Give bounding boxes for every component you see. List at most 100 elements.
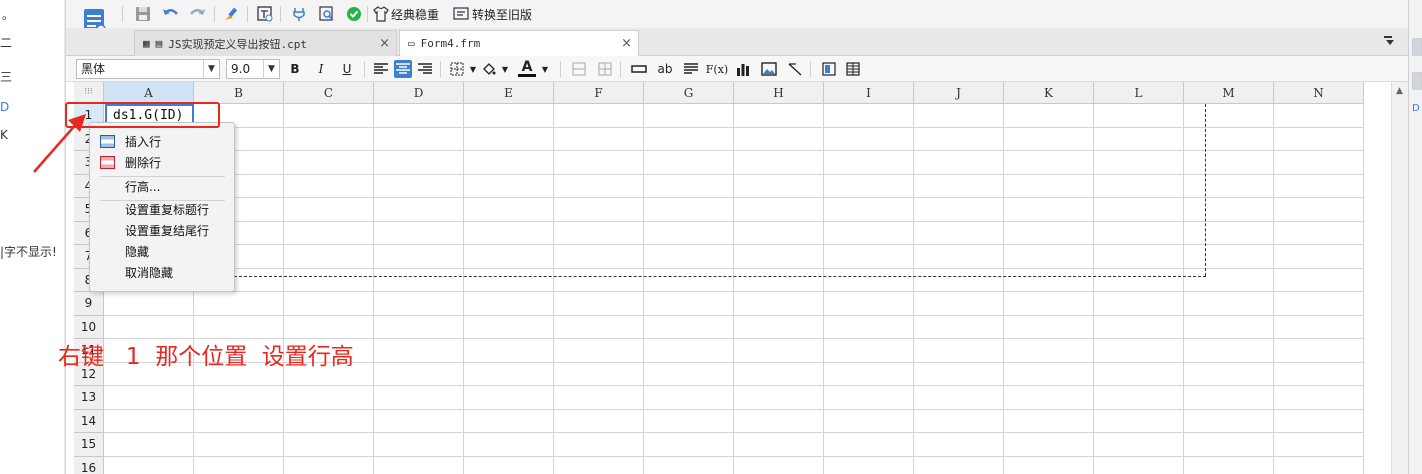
row-header-14[interactable]: 14 <box>74 409 104 433</box>
right-tab-1[interactable] <box>1412 38 1422 56</box>
font-size-select[interactable]: 9.0 ▼ <box>226 59 280 79</box>
column-header-f[interactable]: F <box>554 82 644 104</box>
slash-icon[interactable] <box>786 60 804 78</box>
close-icon[interactable]: × <box>379 36 390 51</box>
toolbar-separator <box>620 61 621 77</box>
menu-item-hide[interactable]: 隐藏 <box>90 242 234 262</box>
grid-column-line <box>1003 104 1004 474</box>
formula-button[interactable]: F(x) <box>706 60 728 78</box>
app-window: 。 二 三 D K |字不显示! D 经典稳重 转换至旧版 ▦ ▤ JS实现预定… <box>0 0 1422 474</box>
grid-column-line <box>913 104 914 474</box>
column-header-d[interactable]: D <box>374 82 464 104</box>
sheet-corner[interactable]: ⁝⁝⁝ <box>74 82 104 104</box>
close-icon[interactable]: × <box>621 36 632 51</box>
grid-column-line <box>823 104 824 474</box>
menu-item-repeat-header[interactable]: 设置重复标题行 <box>90 200 234 220</box>
row-header-15[interactable]: 15 <box>74 433 104 457</box>
left-fragment-1: 。 <box>2 8 15 22</box>
column-header-k[interactable]: K <box>1004 82 1094 104</box>
column-header-l[interactable]: L <box>1094 82 1184 104</box>
classic-theme-button[interactable]: 经典稳重 <box>391 6 439 23</box>
toolbar-separator <box>560 61 561 77</box>
right-tab-2[interactable] <box>1412 72 1422 90</box>
tab-frm-label: Form4.frm <box>420 37 481 50</box>
chevron-down-icon[interactable]: ▼ <box>496 60 514 78</box>
template-icon[interactable] <box>256 5 274 23</box>
grid-row-line <box>104 244 1364 245</box>
column-header-e[interactable]: E <box>464 82 554 104</box>
tab-bar: ▦ ▤ JS实现预定义导出按钮.cpt × ▭ Form4.frm × <box>66 28 1408 56</box>
font-size-value: 9.0 <box>231 62 251 76</box>
toolbar-separator <box>810 61 811 77</box>
scroll-up-icon[interactable]: ▲ <box>1396 86 1403 96</box>
bold-button[interactable]: B <box>286 60 304 78</box>
vertical-scrollbar[interactable]: ▲ <box>1391 82 1408 474</box>
column-header-b[interactable]: B <box>194 82 284 104</box>
column-header-g[interactable]: G <box>644 82 734 104</box>
column-header-i[interactable]: I <box>824 82 914 104</box>
grid-column-line <box>1093 104 1094 474</box>
row-header-9[interactable]: 9 <box>74 292 104 316</box>
font-family-value: 黑体 <box>81 62 106 76</box>
column-header-n[interactable]: N <box>1274 82 1364 104</box>
text-element-button[interactable]: ab <box>656 60 674 78</box>
menu-item-row-height[interactable]: 行高... <box>90 177 234 197</box>
menu-item-delete-row[interactable]: 删除行 <box>90 153 234 173</box>
row-header-13[interactable]: 13 <box>74 386 104 410</box>
row-header-10[interactable]: 10 <box>74 315 104 339</box>
grid-column-line <box>373 104 374 474</box>
brush-icon[interactable] <box>222 5 240 23</box>
spreadsheet[interactable]: ⁝⁝⁝ ABCDEFGHIJKLMN 123456789101112131415… <box>74 82 1391 474</box>
menu-item-insert-row[interactable]: 插入行 <box>90 132 234 152</box>
preview-icon[interactable] <box>318 5 336 23</box>
column-header-c[interactable]: C <box>284 82 374 104</box>
convert-icon[interactable] <box>452 5 470 23</box>
column-icon[interactable] <box>844 60 862 78</box>
chart-icon[interactable] <box>734 60 752 78</box>
save-icon[interactable] <box>134 5 152 23</box>
column-header-a[interactable]: A <box>104 82 194 104</box>
split-cells-icon[interactable] <box>596 60 614 78</box>
column-header-j[interactable]: J <box>914 82 1004 104</box>
chevron-down-icon[interactable]: ▼ <box>536 60 554 78</box>
menu-item-unhide[interactable]: 取消隐藏 <box>90 263 234 283</box>
column-header-m[interactable]: M <box>1184 82 1274 104</box>
sub-report-icon[interactable] <box>820 60 838 78</box>
grid-row-line <box>104 408 1364 410</box>
align-right-icon[interactable] <box>416 60 434 78</box>
menu-item-label: 删除行 <box>125 156 162 170</box>
tab-frm[interactable]: ▭ Form4.frm × <box>399 30 639 56</box>
grid-row-line <box>104 126 1364 128</box>
row-header-16[interactable]: 16 <box>74 456 104 474</box>
check-icon[interactable] <box>345 5 363 23</box>
font-family-select[interactable]: 黑体 ▼ <box>76 59 220 79</box>
menu-item-repeat-footer[interactable]: 设置重复结尾行 <box>90 221 234 241</box>
grid-row-line <box>104 455 1364 457</box>
convert-old-version-button[interactable]: 转换至旧版 <box>472 6 532 23</box>
grid-row-line <box>104 314 1364 316</box>
menu-item-label: 插入行 <box>125 135 162 149</box>
redo-icon[interactable] <box>188 5 206 23</box>
shirt-icon[interactable] <box>372 5 390 23</box>
format-toolbar: 黑体 ▼ 9.0 ▼ B I U ▼ ▼ A ▼ ab F(x) <box>66 56 1408 82</box>
text-color-button[interactable]: A <box>518 59 536 77</box>
image-icon[interactable] <box>760 60 778 78</box>
annotation-text: 右键 1 那个位置 设置行高 <box>58 344 354 370</box>
left-fragment-5: K <box>0 128 8 142</box>
tab-menu-icon[interactable] <box>1384 36 1396 49</box>
grid-row-line <box>104 197 1364 198</box>
italic-button[interactable]: I <box>312 60 330 78</box>
align-center-icon[interactable] <box>394 60 412 78</box>
insert-row-toolbar-icon[interactable] <box>630 60 648 78</box>
plug-icon[interactable] <box>290 5 308 23</box>
left-fragment-3: 三 <box>0 70 13 84</box>
undo-icon[interactable] <box>162 5 180 23</box>
column-header-h[interactable]: H <box>734 82 824 104</box>
toolbar-separator <box>214 6 215 22</box>
paragraph-icon[interactable] <box>682 60 700 78</box>
merge-cells-icon[interactable] <box>570 60 588 78</box>
tab-cpt[interactable]: ▦ ▤ JS实现预定义导出按钮.cpt × <box>134 30 397 56</box>
underline-button[interactable]: U <box>338 60 356 78</box>
align-left-icon[interactable] <box>372 60 390 78</box>
menu-item-label: 取消隐藏 <box>125 266 174 280</box>
